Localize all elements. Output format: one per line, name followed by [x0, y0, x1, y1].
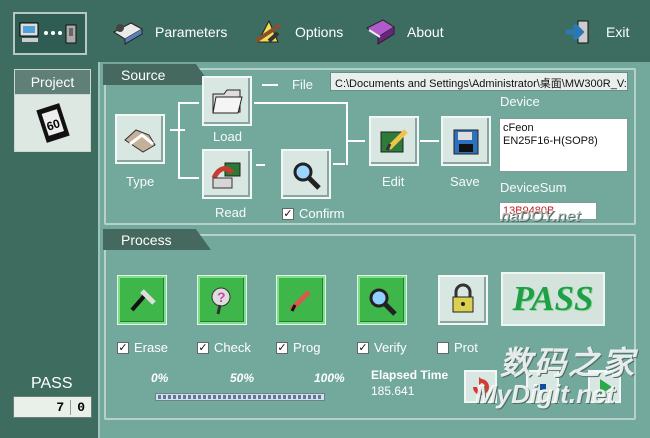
- device-label: Device: [500, 94, 540, 109]
- device-manufacturer: cFeon: [503, 122, 534, 134]
- type-label: Type: [126, 174, 155, 189]
- verify-checkbox[interactable]: ✓ Verify: [357, 340, 407, 355]
- check-button[interactable]: ?: [197, 275, 247, 325]
- file-label: File: [292, 77, 313, 92]
- load-label: Load: [213, 129, 242, 144]
- confirm-checkbox[interactable]: ✓ Confirm: [282, 206, 345, 221]
- erase-icon: [130, 289, 156, 312]
- progress-100-label: 100%: [314, 371, 345, 385]
- check-check-mark: ✓: [197, 341, 209, 354]
- prot-checkbox[interactable]: Prot: [437, 340, 478, 355]
- pass-status: PASS: [501, 272, 605, 326]
- prog-icon: [289, 290, 311, 312]
- load-button[interactable]: [202, 76, 252, 126]
- confirm-label: Confirm: [299, 206, 345, 221]
- prog-check-mark: ✓: [276, 341, 288, 354]
- elapsed-time-value: 185.641: [371, 384, 415, 398]
- parameters-label: Parameters: [155, 24, 228, 40]
- verify-label: Verify: [374, 340, 407, 355]
- save-button[interactable]: [441, 116, 491, 166]
- device-sum-label: DeviceSum: [500, 180, 567, 195]
- progress-bar: [155, 393, 325, 401]
- about-label: About: [407, 24, 444, 40]
- about-icon: [362, 17, 398, 47]
- parameters-button[interactable]: Parameters: [110, 14, 227, 50]
- options-label: Options: [295, 24, 344, 40]
- save-label: Save: [450, 174, 480, 189]
- erase-label: Erase: [134, 340, 168, 355]
- project-tab[interactable]: Project: [14, 69, 91, 95]
- prot-label: Prot: [454, 340, 478, 355]
- lock-icon: [452, 283, 474, 313]
- edit-icon: [380, 129, 408, 153]
- project-clock-button[interactable]: 60: [14, 94, 91, 152]
- exit-label: Exit: [606, 24, 630, 40]
- pass-counter-value: 7: [56, 399, 65, 415]
- prot-button[interactable]: [438, 275, 488, 325]
- magnifier-icon: [293, 162, 321, 190]
- exit-button[interactable]: Exit: [561, 14, 629, 50]
- confirm-button[interactable]: [281, 149, 331, 199]
- elapsed-time-title: Elapsed Time: [371, 368, 449, 382]
- prog-checkbox[interactable]: ✓ Prog: [276, 340, 320, 355]
- watermark-site: MyDigit.net: [475, 379, 616, 409]
- sidebar-pass-label: PASS: [31, 375, 73, 392]
- watermark-chinese: 数码之家: [500, 345, 637, 381]
- save-icon: [453, 129, 479, 155]
- check-checkbox[interactable]: ✓ Check: [197, 340, 251, 355]
- options-button[interactable]: Options: [250, 14, 343, 50]
- check-icon: ?: [211, 287, 231, 315]
- edit-label: Edit: [382, 174, 405, 189]
- handshake-icon: [124, 129, 156, 153]
- edit-button[interactable]: [369, 116, 419, 166]
- read-button[interactable]: [202, 149, 252, 199]
- erase-check-mark: ✓: [117, 341, 129, 354]
- parameters-icon: [110, 17, 146, 47]
- prot-check-box: [437, 341, 449, 354]
- pass-counter: 70: [13, 396, 92, 418]
- options-icon: [250, 17, 286, 47]
- prog-button[interactable]: [276, 275, 326, 325]
- verify-check-mark: ✓: [357, 341, 369, 354]
- erase-button[interactable]: [117, 275, 167, 325]
- device-box[interactable]: cFeon EN25F16-H(SOP8): [499, 118, 628, 172]
- watermark-top: naDOY.net: [500, 208, 581, 225]
- check-label: Check: [214, 340, 251, 355]
- pass-counter-zero: 0: [70, 399, 91, 415]
- prog-label: Prog: [293, 340, 321, 355]
- erase-checkbox[interactable]: ✓ Erase: [117, 340, 168, 355]
- verify-button[interactable]: [357, 275, 407, 325]
- progress-50-label: 50%: [230, 371, 255, 385]
- type-button[interactable]: [115, 114, 165, 164]
- about-button[interactable]: About: [362, 14, 444, 50]
- device-model: EN25F16-H(SOP8): [503, 135, 598, 147]
- exit-icon: [561, 17, 597, 47]
- computer-link-icon[interactable]: [13, 12, 87, 55]
- process-title: Process: [103, 229, 211, 250]
- top-toolbar: Parameters Options About Exit: [0, 0, 650, 62]
- progress-0-label: 0%: [151, 371, 169, 385]
- programmer-window: Parameters Options About Exit Project 60…: [0, 0, 650, 438]
- folder-icon: [212, 89, 243, 114]
- confirm-check-mark: ✓: [282, 207, 294, 220]
- svg-text:?: ?: [217, 289, 226, 305]
- read-label: Read: [215, 205, 247, 220]
- source-title: Source: [103, 64, 211, 85]
- chip-arrow-icon: [211, 162, 241, 189]
- project-clock-icon: 60: [35, 103, 70, 143]
- verify-icon: [369, 288, 397, 316]
- file-path-input[interactable]: C:\Documents and Settings\Administrator\…: [330, 72, 628, 91]
